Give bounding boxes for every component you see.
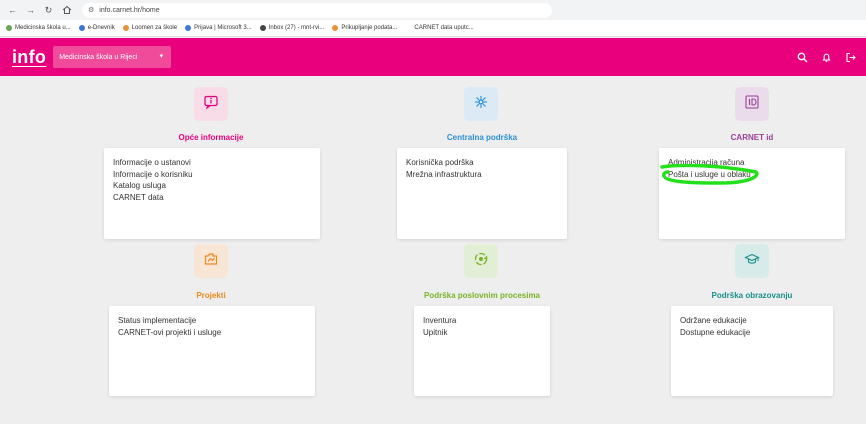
bell-icon[interactable] (814, 45, 838, 69)
bookmark-label: Prikupljanje podata... (341, 25, 398, 31)
link-informacije-o-ustanovi[interactable]: Informacije o ustanovi (113, 157, 311, 169)
school-name: Medicinska škola u Rijeci (59, 53, 138, 61)
browser-address-bar: ← → ↻ ⚙ info.carnet.hr/home (0, 0, 866, 20)
bookmark-5[interactable]: Inbox (27) - mnt-rvi... (259, 25, 325, 31)
search-icon[interactable] (790, 45, 814, 69)
link-administracija-racuna[interactable]: Administracija računa (668, 157, 836, 169)
section-icon-tile (194, 244, 228, 278)
bookmarks-bar: Medicinska škola u... e-Dnevnik Loomen z… (0, 20, 866, 37)
favicon-icon (332, 25, 339, 31)
network-icon (473, 94, 489, 115)
link-katalog-usluga[interactable]: Katalog usluga (113, 180, 311, 192)
section-icon-tile (194, 87, 228, 121)
process-icon (473, 251, 489, 272)
url-field[interactable]: ⚙ info.carnet.hr/home (82, 2, 552, 18)
bookmark-label: Medicinska škola u... (15, 25, 71, 31)
section-title: Podrška poslovnim procesima (423, 291, 541, 300)
favicon-icon (122, 25, 129, 31)
bookmark-label: Loomen za škole (131, 25, 178, 31)
section-icon-tile (735, 87, 769, 121)
project-icon (203, 251, 219, 272)
bookmark-2[interactable]: e-Dnevnik (78, 25, 115, 31)
forward-icon[interactable]: → (24, 4, 37, 17)
link-posta-i-usluge-u-oblaku[interactable]: Pošta i usluge u oblaku (668, 169, 836, 181)
bookmark-6[interactable]: Prikupljanje podata... (332, 25, 397, 31)
bookmark-1[interactable]: Medicinska škola u... (6, 25, 71, 31)
bookmark-label: CARNET data uputc... (414, 25, 474, 31)
section-card: Administracija računa Pošta i usluge u o… (659, 148, 845, 239)
bookmark-label: Inbox (27) - mnt-rvi... (268, 25, 325, 31)
section-title: CARNET id (730, 133, 774, 142)
link-korisnicka-podrska[interactable]: Korisnička podrška (406, 157, 558, 169)
link-informacije-o-korisniku[interactable]: Informacije o korisniku (113, 169, 311, 181)
graduation-cap-icon (744, 251, 760, 272)
link-carnet-ovi-projekti-i-usluge[interactable]: CARNET-ovi projekti i usluge (118, 327, 306, 339)
favicon-icon (405, 25, 412, 31)
bookmark-label: e-Dnevnik (87, 25, 115, 31)
section-icon-tile (464, 87, 498, 121)
school-selector[interactable]: Medicinska škola u Rijeci ▾ (53, 46, 172, 68)
back-icon[interactable]: ← (6, 4, 19, 17)
link-mrezna-infrastruktura[interactable]: Mrežna infrastruktura (406, 169, 558, 181)
info-logo[interactable]: info (12, 47, 46, 68)
section-title: Centralna podrška (446, 133, 518, 142)
section-card: Korisnička podrška Mrežna infrastruktura (397, 148, 567, 239)
link-carnet-data[interactable]: CARNET data (113, 192, 311, 204)
section-card: Održane edukacije Dostupne edukacije (671, 306, 833, 396)
section-card: Status implementacije CARNET-ovi projekt… (109, 306, 315, 396)
section-title: Podrška obrazovanju (711, 291, 793, 300)
chevron-down-icon: ▾ (159, 53, 164, 60)
section-title: Projekti (196, 291, 226, 300)
section-card: Inventura Upitnik (414, 306, 550, 396)
bookmark-3[interactable]: Loomen za škole (122, 25, 178, 31)
link-status-implementacije[interactable]: Status implementacije (118, 315, 306, 327)
bookmark-4[interactable]: Prijava | Microsoft 3... (185, 25, 252, 31)
info-icon (203, 94, 219, 115)
link-dostupne-edukacije[interactable]: Dostupne edukacije (680, 327, 824, 339)
section-icon-tile (464, 244, 498, 278)
bookmark-7[interactable]: CARNET data uputc... (405, 25, 474, 31)
section-card: Informacije o ustanovi Informacije o kor… (104, 148, 320, 239)
section-icon-tile (735, 244, 769, 278)
site-settings-icon[interactable]: ⚙ (88, 6, 94, 14)
link-upitnik[interactable]: Upitnik (423, 327, 541, 339)
favicon-icon (78, 25, 85, 31)
app-header: info Medicinska škola u Rijeci ▾ (0, 38, 866, 76)
link-inventura[interactable]: Inventura (423, 315, 541, 327)
bookmark-label: Prijava | Microsoft 3... (194, 25, 252, 31)
favicon-icon (6, 25, 12, 31)
favicon-icon (259, 25, 266, 31)
reload-icon[interactable]: ↻ (42, 4, 55, 17)
id-card-icon (744, 94, 760, 115)
home-icon[interactable] (60, 4, 73, 17)
url-text: info.carnet.hr/home (99, 6, 160, 14)
link-odrzane-edukacije[interactable]: Održane edukacije (680, 315, 824, 327)
favicon-icon (185, 25, 192, 31)
section-title: Opće informacije (178, 133, 244, 142)
logout-icon[interactable] (838, 45, 862, 69)
